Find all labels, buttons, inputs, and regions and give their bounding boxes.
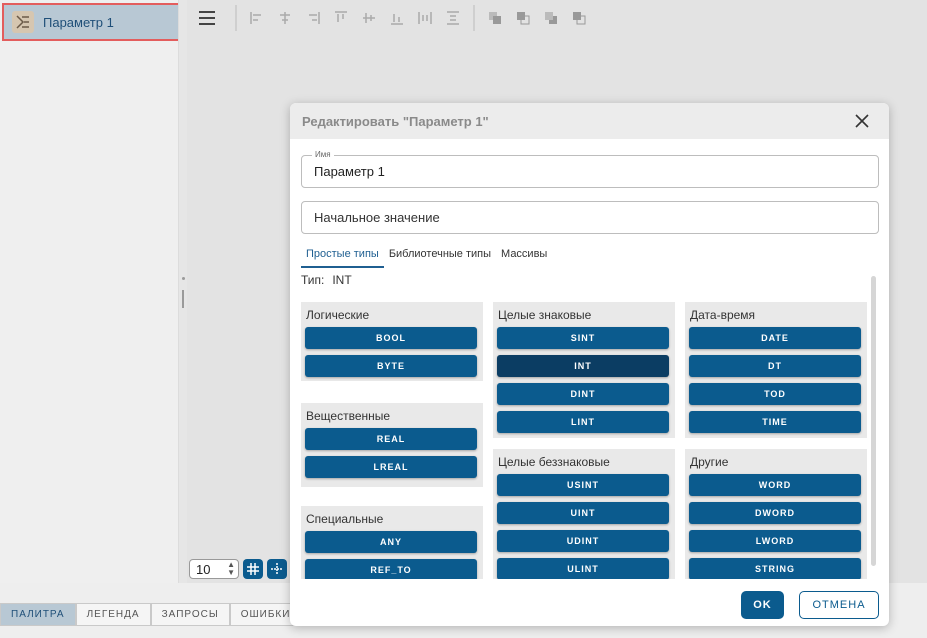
group-title: Другие [690,455,729,469]
send-back-icon[interactable] [565,8,593,28]
zoom-stepper[interactable]: 10 ▲ ▼ [189,559,239,579]
zoom-controls: 10 ▲ ▼ [189,559,287,579]
function-block-icon [12,11,34,33]
initial-value-field[interactable]: Начальное значение [301,201,879,234]
group-title: Целые знаковые [498,308,592,322]
align-middle-v-icon[interactable] [355,8,383,28]
crosshair-icon [271,563,283,575]
type-tabs: Простые типы Библиотечные типы Массивы [301,244,552,268]
parameter-list-item-label: Параметр 1 [43,14,114,30]
cancel-button[interactable]: ОТМЕНА [799,591,879,619]
group-special: Специальные ANY REF_TO [301,506,483,579]
group-title: Целые беззнаковые [498,455,610,469]
type-button-dint[interactable]: DINT [497,383,669,405]
types-grid: Логические BOOL BYTE Вещественные REAL L… [301,297,869,579]
parameter-list-item[interactable]: Параметр 1 [2,3,180,41]
types-scrollbar[interactable] [871,276,876,566]
type-button-dword[interactable]: DWORD [689,502,861,524]
panel-splitter[interactable] [178,0,187,583]
type-button-int[interactable]: INT [497,355,669,377]
group-title: Логические [306,308,370,322]
type-button-lreal[interactable]: LREAL [305,456,477,478]
tab-simple-types[interactable]: Простые типы [301,244,384,268]
group-title: Дата-время [690,308,756,322]
dialog-header: Редактировать "Параметр 1" [290,103,889,139]
group-real: Вещественные REAL LREAL [301,403,483,487]
group-title: Специальные [306,512,384,526]
edit-parameter-dialog: Редактировать "Параметр 1" Имя Параметр … [290,103,889,626]
group-unsigned-integers: Целые беззнаковые USINT UINT UDINT ULINT [493,449,675,579]
type-button-sint[interactable]: SINT [497,327,669,349]
type-button-usint[interactable]: USINT [497,474,669,496]
type-value: INT [332,273,352,287]
bring-front-icon[interactable] [481,8,509,28]
toolbar-separator [473,5,475,31]
type-button-dt[interactable]: DT [689,355,861,377]
tab-palette[interactable]: ПАЛИТРА [0,603,76,626]
group-logical: Логические BOOL BYTE [301,302,483,381]
left-panel [0,0,178,583]
group-other: Другие WORD DWORD LWORD STRING [685,449,867,579]
zoom-value: 10 [196,561,211,577]
group-datetime: Дата-время DATE DT TOD TIME [685,302,867,438]
type-button-ulint[interactable]: ULINT [497,558,669,579]
bottom-tabs: ПАЛИТРА ЛЕГЕНДА ЗАПРОСЫ ОШИБКИ [0,603,302,626]
name-field[interactable]: Имя Параметр 1 [301,150,879,188]
toolbar-separator [235,5,237,31]
align-bottom-icon[interactable] [383,8,411,28]
type-button-byte[interactable]: BYTE [305,355,477,377]
type-label: Тип: [301,273,325,287]
grid-toggle-button[interactable] [243,559,263,579]
hamburger-icon[interactable] [199,11,215,25]
align-top-icon[interactable] [327,8,355,28]
type-button-lword[interactable]: LWORD [689,530,861,552]
type-button-word[interactable]: WORD [689,474,861,496]
type-button-real[interactable]: REAL [305,428,477,450]
type-button-bool[interactable]: BOOL [305,327,477,349]
name-field-value: Параметр 1 [314,164,385,179]
close-icon[interactable] [853,112,871,130]
tab-legend[interactable]: ЛЕГЕНДА [75,603,151,626]
type-button-any[interactable]: ANY [305,531,477,553]
grid-icon [247,563,259,575]
align-center-h-icon[interactable] [271,8,299,28]
ok-button[interactable]: OK [741,591,784,619]
align-right-icon[interactable] [299,8,327,28]
type-button-lint[interactable]: LINT [497,411,669,433]
send-backward-icon[interactable] [537,8,565,28]
initial-value-placeholder: Начальное значение [314,210,440,225]
toolbar [187,0,927,36]
stepper-arrows-icon[interactable]: ▲ ▼ [227,561,235,577]
align-left-icon[interactable] [243,8,271,28]
distribute-h-icon[interactable] [411,8,439,28]
group-title: Вещественные [306,409,391,423]
type-button-udint[interactable]: UDINT [497,530,669,552]
type-button-time[interactable]: TIME [689,411,861,433]
type-button-ref-to[interactable]: REF_TO [305,559,477,579]
dialog-title: Редактировать "Параметр 1" [302,113,489,129]
splitter-grip[interactable] [182,290,184,308]
type-button-string[interactable]: STRING [689,558,861,579]
type-button-date[interactable]: DATE [689,327,861,349]
tab-library-types[interactable]: Библиотечные типы [384,244,496,268]
splitter-dot [182,277,185,280]
type-button-tod[interactable]: TOD [689,383,861,405]
bring-forward-icon[interactable] [509,8,537,28]
tab-queries[interactable]: ЗАПРОСЫ [150,603,230,626]
tab-arrays[interactable]: Массивы [496,244,552,268]
distribute-v-icon[interactable] [439,8,467,28]
name-field-label: Имя [312,150,334,159]
snap-button[interactable] [267,559,287,579]
type-button-uint[interactable]: UINT [497,502,669,524]
group-signed-integers: Целые знаковые SINT INT DINT LINT [493,302,675,438]
selected-type: Тип: INT [301,273,352,287]
